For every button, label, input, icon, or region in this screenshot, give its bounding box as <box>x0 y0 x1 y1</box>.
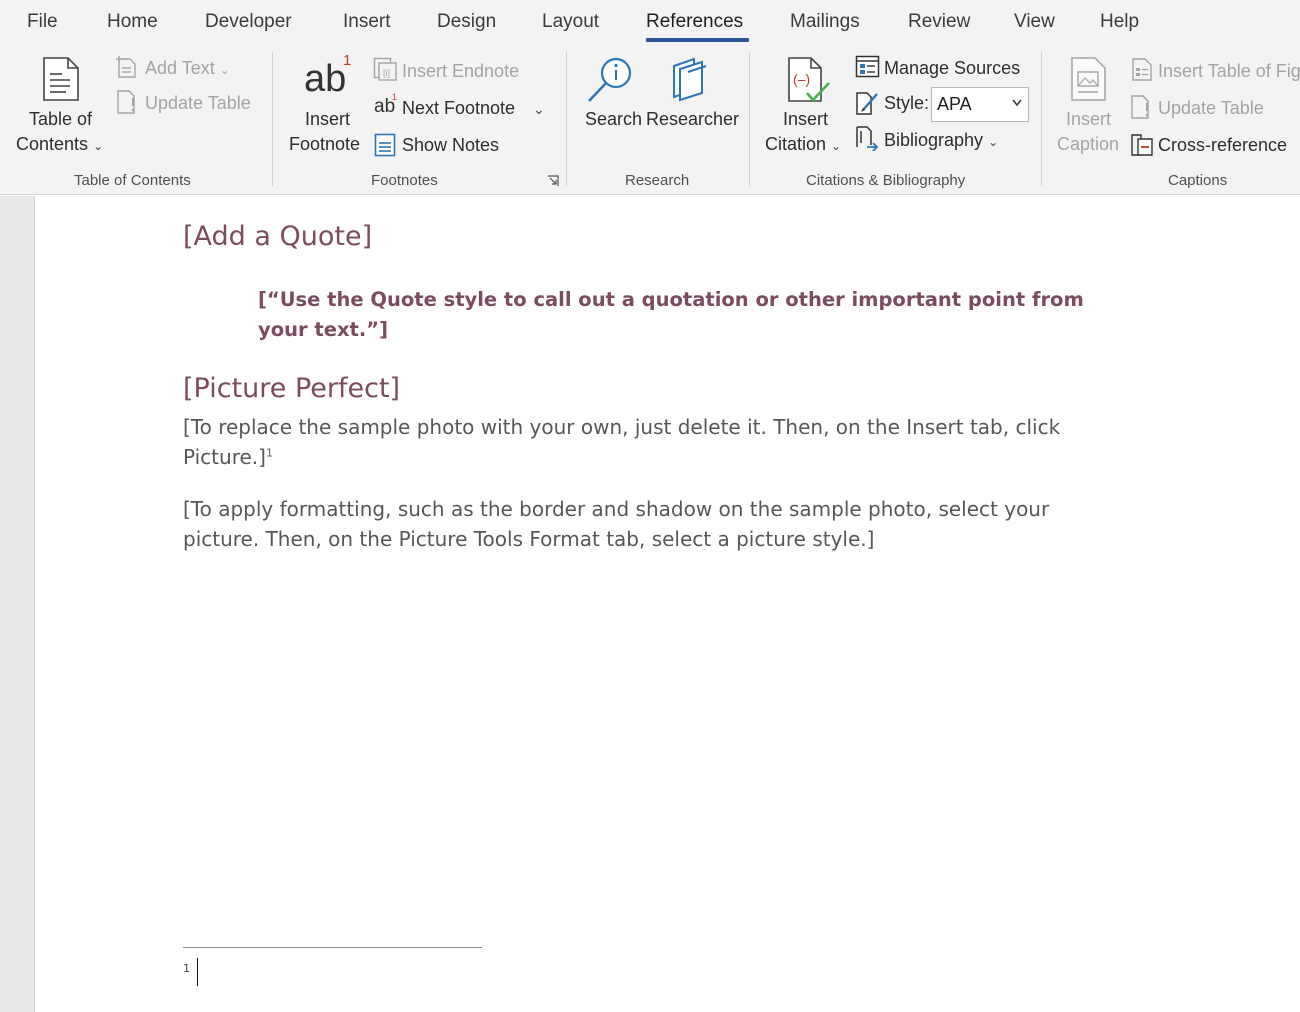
style-dropdown[interactable]: APA <box>931 87 1029 122</box>
group-separator <box>749 52 750 186</box>
svg-text:(–): (–) <box>793 71 810 87</box>
update-table-icon <box>1131 95 1149 119</box>
svg-text:1: 1 <box>392 92 397 102</box>
dialog-launcher-icon[interactable] <box>547 175 559 187</box>
table-of-contents-label-line2: Contents ⌄ <box>16 134 104 154</box>
insert-table-of-figures-label: Insert Table of Fig <box>1158 61 1300 81</box>
heading-add-quote[interactable]: [Add a Quote] <box>183 221 372 252</box>
insert-caption-icon <box>1071 57 1106 101</box>
update-table-figures-label: Update Table <box>1158 98 1264 118</box>
tab-home[interactable]: Home <box>107 11 158 33</box>
active-tab-indicator <box>646 38 749 42</box>
show-notes-icon <box>374 133 396 157</box>
chevron-down-icon[interactable]: ⌄ <box>533 97 545 121</box>
next-footnote-icon: ab 1 <box>374 92 397 117</box>
bibliography-label: Bibliography ⌄ <box>884 130 999 150</box>
group-label-footnotes: Footnotes <box>371 172 438 189</box>
footnote-number: 1 <box>183 962 190 975</box>
body-paragraph-1[interactable]: [To replace the sample photo with your o… <box>183 412 1123 472</box>
insert-citation-label-line1: Insert <box>783 109 829 129</box>
table-of-contents-icon <box>43 57 79 101</box>
cross-reference-icon <box>1131 134 1153 156</box>
insert-caption-label-line1: Insert <box>1066 109 1112 129</box>
insert-endnote-icon: [i] <box>373 57 397 81</box>
insert-caption-label-line2: Caption <box>1057 134 1120 154</box>
heading-picture-perfect[interactable]: [Picture Perfect] <box>183 373 400 404</box>
group-separator <box>566 52 567 186</box>
search-icon <box>588 57 632 102</box>
tab-review[interactable]: Review <box>908 11 970 33</box>
insert-citation-icon: (–) <box>788 57 830 102</box>
tab-design[interactable]: Design <box>437 11 496 33</box>
tab-references[interactable]: References <box>646 11 743 33</box>
tab-developer[interactable]: Developer <box>205 11 292 33</box>
tab-help[interactable]: Help <box>1100 11 1139 33</box>
researcher-icon <box>673 57 707 102</box>
footnote-reference[interactable]: 1 <box>266 446 273 459</box>
footnote-separator <box>183 947 482 948</box>
next-footnote-label: Next Footnote <box>402 98 516 118</box>
style-label: Style: <box>884 93 930 113</box>
update-table-label: Update Table <box>145 93 251 113</box>
insert-footnote-label-line2: Footnote <box>289 134 361 154</box>
style-dropdown-value: APA <box>937 94 972 114</box>
search-label: Search <box>585 109 643 129</box>
insert-footnote-icon: ab 1 <box>304 52 352 100</box>
manage-sources-icon <box>855 55 880 78</box>
insert-footnote-label-line1: Insert <box>305 109 351 129</box>
group-separator <box>1041 52 1042 186</box>
chevron-down-icon: ⌄ <box>93 139 104 153</box>
group-label-citations-bibliography: Citations & Bibliography <box>806 172 966 189</box>
cross-reference-label: Cross-reference <box>1158 135 1288 155</box>
update-table-icon <box>117 90 135 114</box>
style-icon <box>856 92 878 115</box>
group-separator <box>272 52 273 186</box>
chevron-down-icon <box>1012 99 1022 107</box>
show-notes-label: Show Notes <box>402 135 500 155</box>
document-area[interactable]: [Add a Quote] [“Use the Quote style to c… <box>0 196 1300 1012</box>
chevron-down-icon: ⌄ <box>988 135 999 149</box>
bibliography-icon <box>856 126 879 151</box>
body-paragraph-2[interactable]: [To apply formatting, such as the border… <box>183 494 1123 554</box>
text-cursor <box>197 958 198 986</box>
menu-bar: File Home Developer Insert Design Layout… <box>0 0 1300 46</box>
tab-mailings[interactable]: Mailings <box>790 11 860 33</box>
insert-table-of-figures-icon <box>1132 58 1152 81</box>
svg-text:[i]: [i] <box>383 68 390 78</box>
group-label-captions: Captions <box>1168 172 1228 189</box>
add-text-label: Add Text ⌄ <box>145 58 230 78</box>
insert-endnote-label: Insert Endnote <box>402 61 520 81</box>
group-label-research: Research <box>625 172 690 189</box>
tab-view[interactable]: View <box>1014 11 1055 33</box>
tab-layout[interactable]: Layout <box>542 11 599 33</box>
tab-insert[interactable]: Insert <box>343 11 391 33</box>
chevron-down-icon: ⌄ <box>219 63 230 77</box>
left-gutter <box>0 196 35 1012</box>
tab-file[interactable]: File <box>27 11 58 33</box>
chevron-down-icon: ⌄ <box>831 139 842 153</box>
manage-sources-label: Manage Sources <box>884 58 1021 78</box>
group-label-table-of-contents: Table of Contents <box>74 172 191 189</box>
add-text-icon <box>116 56 136 78</box>
quote-paragraph[interactable]: [“Use the Quote style to call out a quot… <box>258 285 1138 345</box>
researcher-label: Researcher <box>646 109 740 129</box>
insert-citation-label-line2: Citation ⌄ <box>765 134 842 154</box>
table-of-contents-label-line1: Table of <box>29 109 93 129</box>
